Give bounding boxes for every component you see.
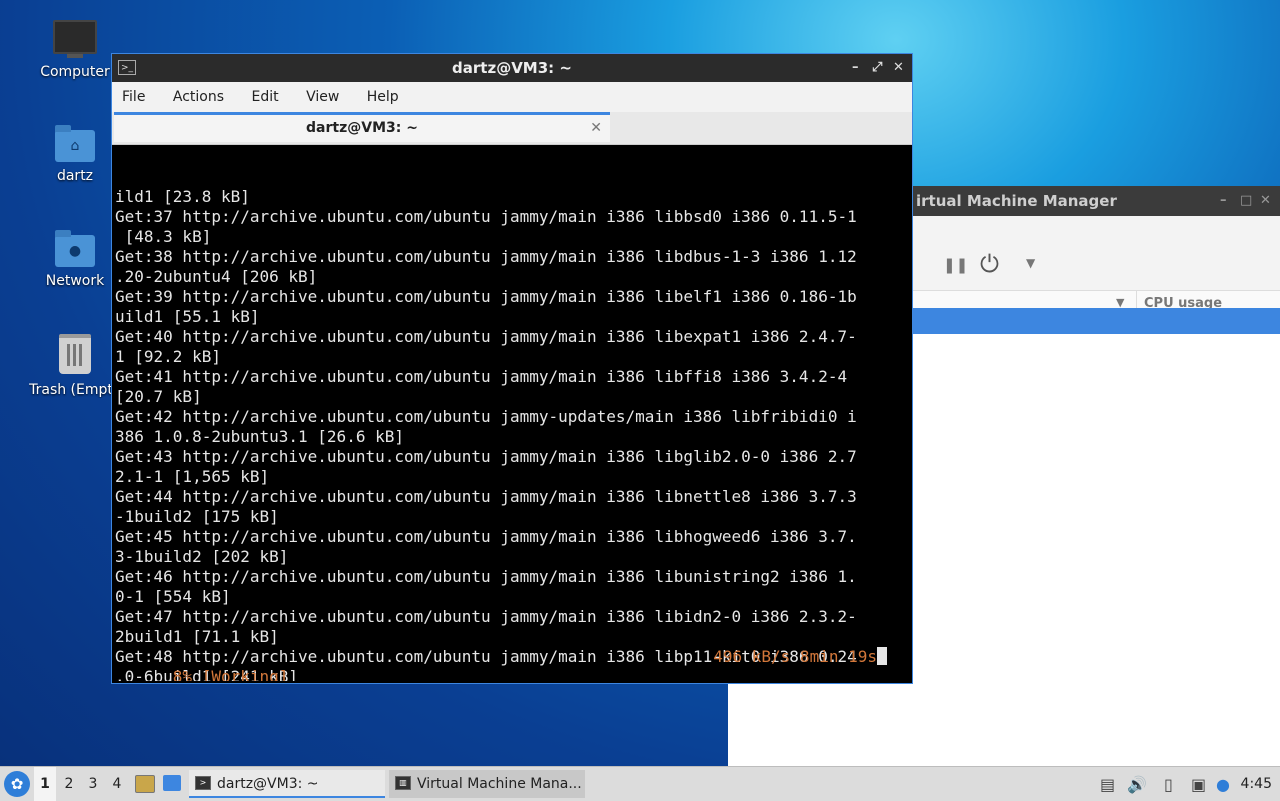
terminal-window-title: dartz@VM3: ~ bbox=[452, 59, 572, 77]
terminal-line: Get:47 http://archive.ubuntu.com/ubuntu … bbox=[115, 607, 857, 626]
menu-help[interactable]: Help bbox=[367, 89, 399, 105]
network-icon[interactable]: ▣ bbox=[1191, 775, 1206, 794]
workspace-4[interactable]: 4 bbox=[106, 767, 128, 801]
terminal-line: 1 [92.2 kB] bbox=[115, 347, 221, 366]
terminal-line: [20.7 kB] bbox=[115, 387, 202, 406]
taskbar: ✿ 1 2 3 4 > dartz@VM3: ~ ▥ Virtual Machi… bbox=[0, 766, 1280, 801]
minimize-icon[interactable]: – bbox=[852, 54, 859, 82]
terminal-output[interactable]: ild1 [23.8 kB] Get:37 http://archive.ubun… bbox=[115, 147, 910, 681]
terminal-line: Get:43 http://archive.ubuntu.com/ubuntu … bbox=[115, 447, 857, 466]
menu-view[interactable]: View bbox=[306, 89, 339, 105]
workspace-2[interactable]: 2 bbox=[58, 767, 80, 801]
desktop-icon-label: Network bbox=[45, 273, 105, 289]
menu-actions[interactable]: Actions bbox=[173, 89, 224, 105]
show-desktop-icon[interactable] bbox=[163, 775, 181, 791]
apt-progress-text: 8% [Working] bbox=[172, 667, 289, 681]
desktop-icon-label: Computer bbox=[40, 64, 110, 80]
terminal-line: 3-1build2 [202 kB] bbox=[115, 547, 289, 566]
terminal-cursor bbox=[877, 647, 887, 665]
vm-list-row-selected[interactable] bbox=[913, 308, 1280, 334]
computer-icon bbox=[53, 20, 97, 58]
close-icon[interactable]: ✕ bbox=[893, 54, 904, 82]
volume-icon[interactable]: 🔊 bbox=[1127, 775, 1147, 794]
minimize-icon[interactable]: – bbox=[1220, 186, 1227, 216]
terminal-line: Get:37 http://archive.ubuntu.com/ubuntu … bbox=[115, 207, 857, 226]
desktop-icon-network[interactable]: ● Network bbox=[27, 230, 123, 289]
apt-status-line: 8% [Working] 496 kB/s 8min 19s bbox=[115, 647, 887, 681]
menu-file[interactable]: File bbox=[122, 89, 145, 105]
terminal-line: Get:46 http://archive.ubuntu.com/ubuntu … bbox=[115, 567, 857, 586]
terminal-line: -1build2 [175 kB] bbox=[115, 507, 279, 526]
update-notifier-icon[interactable]: ● bbox=[1216, 775, 1230, 794]
pause-icon[interactable]: ❚❚ bbox=[943, 256, 968, 274]
terminal-app-icon: >_ bbox=[118, 60, 136, 75]
trash-icon bbox=[59, 334, 91, 374]
vmm-app-icon: ▥ bbox=[395, 776, 411, 790]
network-folder-icon: ● bbox=[55, 230, 95, 267]
terminal-window[interactable]: >_ dartz@VM3: ~ – ⤢ ✕ File Actions Edit … bbox=[111, 53, 913, 684]
terminal-line: Get:44 http://archive.ubuntu.com/ubuntu … bbox=[115, 487, 857, 506]
terminal-line: 2.1-1 [1,565 kB] bbox=[115, 467, 270, 486]
terminal-line: uild1 [55.1 kB] bbox=[115, 307, 260, 326]
close-icon[interactable]: ✕ bbox=[1260, 186, 1271, 216]
clock[interactable]: 4:45 bbox=[1241, 767, 1272, 801]
menu-edit[interactable]: Edit bbox=[251, 89, 278, 105]
task-vmm[interactable]: ▥ Virtual Machine Mana... bbox=[389, 770, 585, 798]
maximize-icon[interactable]: ⤢ bbox=[872, 54, 882, 82]
terminal-line: Get:41 http://archive.ubuntu.com/ubuntu … bbox=[115, 367, 848, 386]
start-menu-icon[interactable]: ✿ bbox=[4, 771, 30, 797]
task-label: dartz@VM3: ~ bbox=[217, 776, 319, 792]
desktop-icon-computer[interactable]: Computer bbox=[27, 18, 123, 80]
terminal-app-icon: > bbox=[195, 776, 211, 790]
terminal-line: Get:40 http://archive.ubuntu.com/ubuntu … bbox=[115, 327, 857, 346]
terminal-line: 0-1 [554 kB] bbox=[115, 587, 231, 606]
terminal-line: Get:38 http://archive.ubuntu.com/ubuntu … bbox=[115, 247, 857, 266]
task-terminal[interactable]: > dartz@VM3: ~ bbox=[189, 770, 385, 798]
terminal-tabbar: dartz@VM3: ~ ✕ bbox=[112, 112, 912, 145]
workspace-3[interactable]: 3 bbox=[82, 767, 104, 801]
desktop-icon-trash[interactable]: Trash (Empt bbox=[27, 332, 123, 398]
terminal-line: 386 1.0.8-2ubuntu3.1 [26.6 kB] bbox=[115, 427, 404, 446]
terminal-tab[interactable]: dartz@VM3: ~ ✕ bbox=[114, 112, 610, 142]
terminal-lines: ild1 [23.8 kB] Get:37 http://archive.ubun… bbox=[115, 187, 910, 681]
workspace-1[interactable]: 1 bbox=[34, 767, 56, 801]
task-label: Virtual Machine Mana... bbox=[417, 776, 582, 792]
terminal-line: 2build1 [71.1 kB] bbox=[115, 627, 279, 646]
close-tab-icon[interactable]: ✕ bbox=[590, 115, 602, 141]
desktop-icon-label: dartz bbox=[56, 168, 94, 184]
terminal-tab-label: dartz@VM3: ~ bbox=[306, 120, 418, 136]
clipboard-icon[interactable]: ▯ bbox=[1164, 775, 1173, 794]
terminal-line: .20-2ubuntu4 [206 kB] bbox=[115, 267, 318, 286]
notification-area-icon[interactable]: ▤ bbox=[1100, 775, 1115, 794]
maximize-icon[interactable]: □ bbox=[1240, 186, 1252, 216]
terminal-menubar: File Actions Edit View Help bbox=[112, 82, 912, 112]
desktop-icon-home[interactable]: ⌂ dartz bbox=[27, 125, 123, 184]
home-folder-icon: ⌂ bbox=[55, 125, 95, 162]
terminal-line: ild1 [23.8 kB] bbox=[115, 187, 250, 206]
terminal-line: Get:45 http://archive.ubuntu.com/ubuntu … bbox=[115, 527, 857, 546]
terminal-line: Get:39 http://archive.ubuntu.com/ubuntu … bbox=[115, 287, 857, 306]
vmm-window-title: irtual Machine Manager bbox=[916, 192, 1117, 210]
chevron-down-icon[interactable]: ▼ bbox=[1026, 256, 1035, 270]
desktop-icon-label: Trash (Empt bbox=[29, 382, 113, 398]
terminal-titlebar[interactable]: >_ dartz@VM3: ~ – ⤢ ✕ bbox=[112, 54, 912, 82]
power-icon[interactable]: ⏻ bbox=[980, 250, 999, 278]
terminal-line: [48.3 kB] bbox=[115, 227, 212, 246]
file-manager-icon[interactable] bbox=[135, 775, 155, 793]
apt-rate-text: 496 kB/s 8min 19s bbox=[713, 647, 887, 667]
terminal-line: Get:42 http://archive.ubuntu.com/ubuntu … bbox=[115, 407, 857, 426]
